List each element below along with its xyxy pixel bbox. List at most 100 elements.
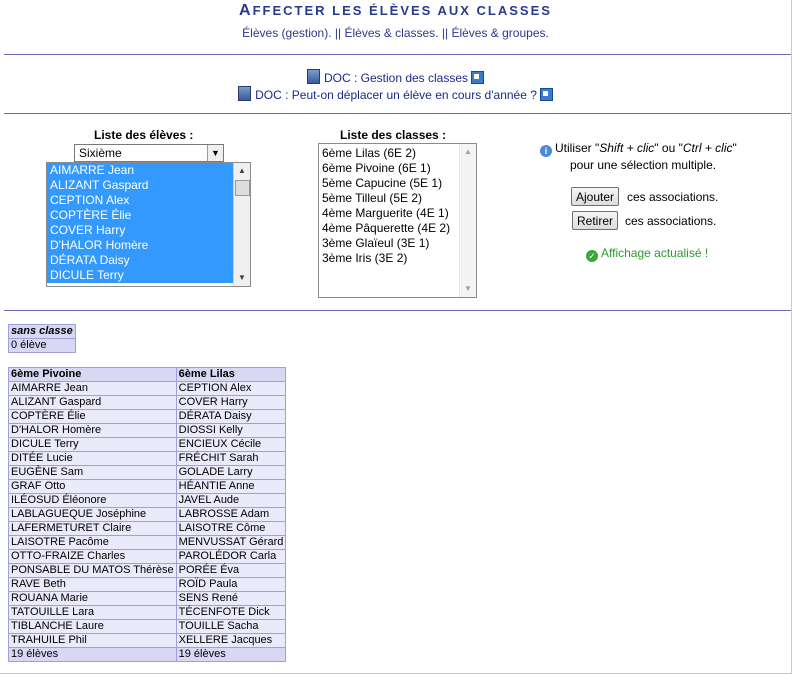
list-item[interactable]: CEPTION Alex [47,193,250,208]
separator [4,54,791,55]
list-item[interactable]: 4ème Marguerite (4E 1) [319,206,476,221]
list-item[interactable]: ALIZANT Gaspard [47,178,250,193]
list-item[interactable]: COVER Harry [47,223,250,238]
table-row: AIMARRE Jean CEPTION Alex [8,381,287,396]
column-header: 6ème Lilas [175,367,287,382]
student-cell: GRAF Otto [8,479,177,494]
student-cell: D'HALOR Homère [8,423,177,438]
table-row: TATOUILLE Lara TÉCENFOTE Dick [8,605,287,620]
student-cell: COVER Harry [175,395,287,410]
class-count: 19 élèves [175,647,287,662]
student-cell: TRAHUILE Phil [8,633,177,648]
separator [4,310,791,311]
scroll-up-icon[interactable]: ▲ [234,163,250,179]
student-cell: PONSABLE DU MATOS Thérèse [8,563,177,578]
doc-link-row: DOC : Gestion des classes [0,69,791,85]
table-row: DICULE Terry ENCIEUX Cécile [8,437,287,452]
list-item[interactable]: DÉRATA Daisy [47,253,250,268]
list-item[interactable]: 5ème Capucine (5E 1) [319,176,476,191]
student-cell: DIOSSI Kelly [175,423,287,438]
table-row: LABLAGUEQUE Joséphine LABROSSE Adam [8,507,287,522]
table-row: LAISOTRE Pacôme MENVUSSAT Gérard [8,535,287,550]
level-select[interactable]: Sixième ▼ [74,144,224,162]
student-cell: LAISOTRE Côme [175,521,287,536]
classes-listbox[interactable]: 6ème Lilas (6E 2) 6ème Pivoine (6E 1) 5è… [318,143,477,298]
student-cell: LABLAGUEQUE Joséphine [8,507,177,522]
list-item[interactable]: D'HALOR Homère [47,238,250,253]
doc-link-classes[interactable]: DOC : Gestion des classes [324,71,468,85]
no-class-header: sans classe [8,324,76,339]
list-item[interactable]: 6ème Pivoine (6E 1) [319,161,476,176]
student-cell: ENCIEUX Cécile [175,437,287,452]
external-link-icon[interactable] [539,88,553,101]
table-row: DITÉE Lucie FRÉCHIT Sarah [8,451,287,466]
list-item[interactable]: 6ème Lilas (6E 2) [319,146,476,161]
student-cell: TÉCENFOTE Dick [175,605,287,620]
student-cell: LAFERMETURET Claire [8,521,177,536]
check-icon: ✓ [586,250,598,262]
student-cell: DICULE Terry [8,437,177,452]
book-icon [306,69,320,84]
table-row: D'HALOR Homère DIOSSI Kelly [8,423,287,438]
student-cell: MENVUSSAT Gérard [175,535,287,550]
status-message: ✓ Affichage actualisé ! [586,246,708,262]
list-item[interactable]: 5ème Tilleul (5E 2) [319,191,476,206]
table-row: LAFERMETURET Claire LAISOTRE Côme [8,521,287,536]
nav-link-students-groups[interactable]: Élèves & groupes. [451,26,548,40]
scrollbar[interactable]: ▲ ▼ [459,144,476,297]
table-row: RAVE Beth ROÏD Paula [8,577,287,592]
table-row: PONSABLE DU MATOS Thérèse PORÉE Éva [8,563,287,578]
remove-button[interactable]: Retirer [572,211,619,230]
external-link-icon[interactable] [471,71,485,84]
nav-link-students-classes[interactable]: Élèves & classes. [344,26,438,40]
student-cell: OTTO-FRAIZE Charles [8,549,177,564]
list-item[interactable]: 3ème Iris (3E 2) [319,251,476,266]
student-cell: DÉRATA Daisy [175,409,287,424]
table-row: COPTÈRE Élie DÉRATA Daisy [8,409,287,424]
doc-link-move-student[interactable]: DOC : Peut-on déplacer un élève en cours… [255,88,537,102]
student-cell: ILÉOSUD Éléonore [8,493,177,508]
list-item[interactable]: 4ème Pâquerette (4E 2) [319,221,476,236]
table-row: TIBLANCHE Laure TOUILLE Sacha [8,619,287,634]
student-cell: PAROLÉDOR Carla [175,549,287,564]
nav-link-students[interactable]: Élèves (gestion). [242,26,331,40]
column-header: 6ème Pivoine [8,367,177,382]
students-list-label: Liste des élèves : [94,128,194,142]
table-row: ALIZANT Gaspard COVER Harry [8,395,287,410]
list-item[interactable]: DICULE Terry [47,268,250,283]
list-item[interactable]: COPTÈRE Élie [47,208,250,223]
info-icon: i [540,145,552,157]
no-class-count: 0 élève [8,338,76,353]
student-cell: XELLERE Jacques [175,633,287,648]
student-cell: DITÉE Lucie [8,451,177,466]
student-cell: JAVEL Aude [175,493,287,508]
student-cell: LABROSSE Adam [175,507,287,522]
student-cell: CEPTION Alex [175,381,287,396]
scroll-up-icon[interactable]: ▲ [460,144,476,160]
add-button-caption: ces associations. [627,190,719,204]
students-listbox[interactable]: AIMARRE Jean ALIZANT Gaspard CEPTION Ale… [46,162,251,287]
list-item[interactable]: AIMARRE Jean [47,163,250,178]
scrollbar[interactable]: ▲ ▼ [233,163,250,286]
nav-links: Élèves (gestion). || Élèves & classes. |… [242,26,549,40]
student-cell: FRÉCHIT Sarah [175,451,287,466]
student-cell: EUGÈNE Sam [8,465,177,480]
student-cell: ALIZANT Gaspard [8,395,177,410]
table-row: GRAF Otto HÉANTIE Anne [8,479,287,494]
student-cell: SENS René [175,591,287,606]
no-class-table: sans classe 0 élève [8,324,76,353]
scrollbar-thumb[interactable] [235,180,250,196]
student-cell: RAVE Beth [8,577,177,592]
scroll-down-icon[interactable]: ▼ [460,281,476,297]
remove-button-caption: ces associations. [625,214,717,228]
scroll-down-icon[interactable]: ▼ [234,270,250,286]
table-row: TRAHUILE Phil XELLERE Jacques [8,633,287,648]
table-row: EUGÈNE Sam GOLADE Larry [8,465,287,480]
chevron-down-icon[interactable]: ▼ [207,145,223,161]
add-button[interactable]: Ajouter [571,187,620,206]
table-row: ILÉOSUD Éléonore JAVEL Aude [8,493,287,508]
table-row: OTTO-FRAIZE Charles PAROLÉDOR Carla [8,549,287,564]
class-assignment-table: 6ème Pivoine 6ème Lilas AIMARRE Jean CEPT… [8,367,287,662]
list-item[interactable]: 3ème Glaïeul (3E 1) [319,236,476,251]
class-count: 19 élèves [8,647,177,662]
